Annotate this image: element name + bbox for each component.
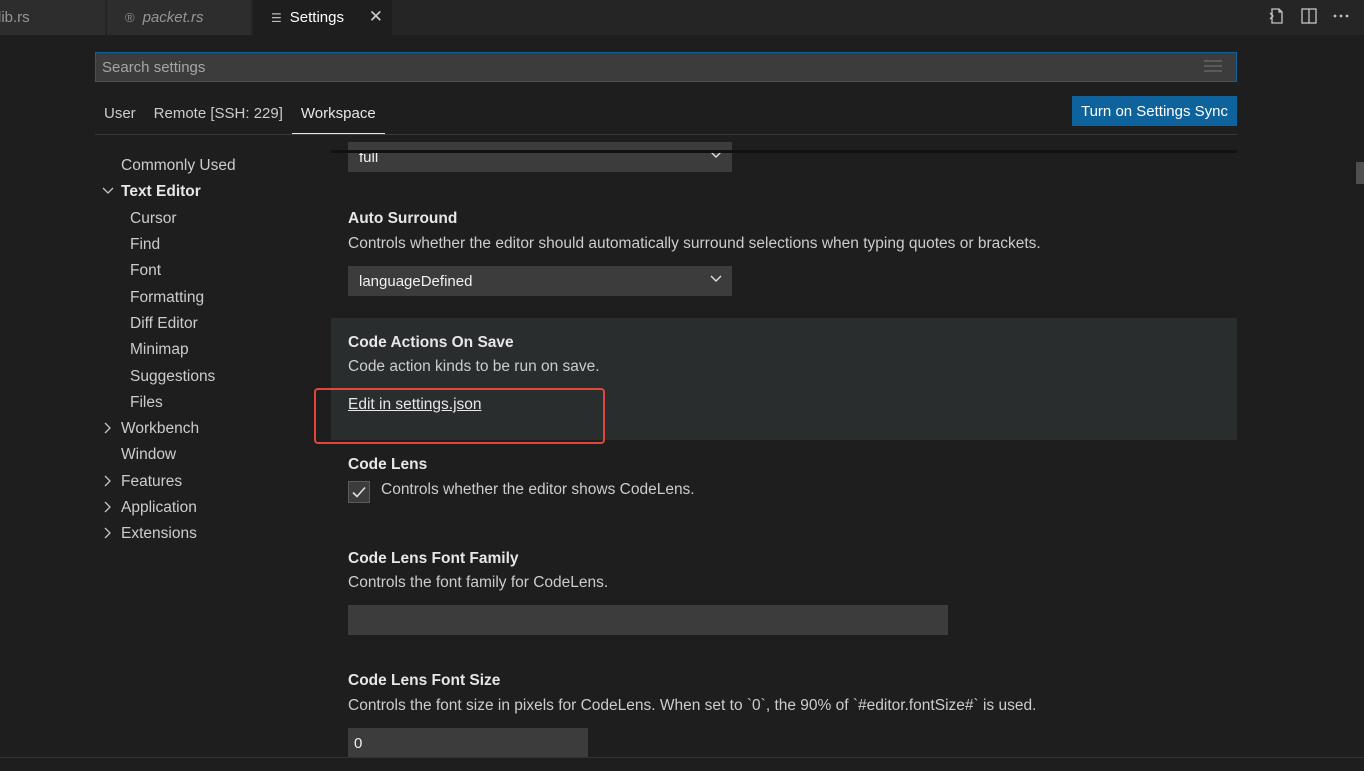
chevron-right-icon [102,527,114,542]
toc-item-application[interactable]: Application [95,495,325,521]
toc-label: Font [130,262,162,280]
toc-item-font[interactable]: Font [95,258,325,284]
toc-item-cursor[interactable]: Cursor [95,206,325,232]
split-editor-icon[interactable] [1298,5,1320,27]
chevron-down-icon [102,185,114,200]
code-lens-font-family-input[interactable] [348,605,948,635]
select-value: languageDefined [359,272,473,290]
sticky-header-shadow [331,150,1237,153]
toc-item-find[interactable]: Find [95,232,325,258]
turn-on-settings-sync-button[interactable]: Turn on Settings Sync [1072,96,1237,126]
divider [95,134,1237,135]
tab-packet-rs[interactable]: ® packet.rs [107,0,252,35]
toc-item-features[interactable]: Features [95,469,325,495]
toc-item-minimap[interactable]: Minimap [95,337,325,363]
more-actions-icon[interactable] [1330,5,1352,27]
toc-item-window[interactable]: Window [95,442,325,468]
toc-label: Find [130,236,161,254]
auto-surround-select[interactable]: languageDefined [348,266,732,296]
toc-label: Cursor [130,209,177,227]
toc-label: Diff Editor [130,314,198,332]
scrollbar-thumb[interactable] [1356,162,1364,184]
toc-item-extensions[interactable]: Extensions [95,521,325,547]
editor-actions [1266,5,1352,27]
chevron-right-icon [102,422,114,437]
previous-setting-select[interactable]: full [348,142,732,172]
toc-item-text-editor[interactable]: Text Editor [95,179,325,205]
toc-item-commonly-used[interactable]: Commonly Used [95,153,325,179]
toc-item-diff-editor[interactable]: Diff Editor [95,311,325,337]
panel-edge [0,757,1364,771]
close-icon[interactable]: ✕ [369,7,383,27]
tab-label: packet.rs [142,9,204,26]
open-settings-json-icon[interactable] [1266,5,1288,27]
settings-file-icon: ☰ [271,10,282,25]
setting-title-code-actions-on-save: Code Actions On Save [348,334,514,351]
code-lens-checkbox[interactable] [348,481,370,503]
tab-workspace[interactable]: Workspace [291,97,385,134]
search-input[interactable]: Search settings [95,52,1237,82]
tab-lib-rs[interactable]: lib.rs [0,0,106,35]
tab-label: Settings [289,9,344,26]
checkmark-icon [352,486,366,498]
toc-label: Minimap [130,341,189,359]
search-placeholder: Search settings [102,58,206,76]
editor-tab-bar: lib.rs ® packet.rs ☰ Settings ✕ [0,0,1364,35]
toc-item-files[interactable]: Files [95,390,325,416]
setting-desc-code-actions-on-save: Code action kinds to be run on save. [348,358,600,375]
chevron-right-icon [102,475,114,490]
setting-title-code-lens-font-size: Code Lens Font Size [348,672,501,689]
toc-label: Window [121,446,177,464]
tab-settings[interactable]: ☰ Settings ✕ [253,0,393,35]
setting-desc-code-lens: Controls whether the editor shows CodeLe… [381,481,695,498]
toc-label: Workbench [121,420,200,438]
toc-item-workbench[interactable]: Workbench [95,416,325,442]
setting-desc-code-lens-font-family: Controls the font family for CodeLens. [348,574,609,591]
settings-scope-tabs: User Remote [SSH: 229] Workspace [95,97,385,134]
tab-remote[interactable]: Remote [SSH: 229] [145,97,292,134]
chevron-down-icon [710,275,722,282]
settings-toc: Commonly Used Text Editor Cursor Find Fo… [95,153,325,547]
chevron-right-icon [102,501,114,516]
toc-label: Suggestions [130,367,216,385]
setting-desc-code-lens-font-size: Controls the font size in pixels for Cod… [348,697,1037,714]
tab-label: lib.rs [0,9,30,26]
toc-label: Application [121,499,197,516]
toc-label: Text Editor [121,183,201,201]
toc-label: Formatting [130,288,205,306]
tab-user[interactable]: User [95,97,145,134]
toc-label: Commonly Used [121,157,236,175]
setting-title-code-lens-font-family: Code Lens Font Family [348,550,519,567]
rust-file-icon: ® [125,10,135,25]
toc-label: Extensions [121,525,197,543]
code-lens-font-size-input[interactable]: 0 [348,728,588,758]
setting-desc-auto-surround: Controls whether the editor should autom… [348,235,1041,252]
toc-label: Files [130,393,163,411]
annotation-highlight-box [314,388,605,444]
setting-title-auto-surround: Auto Surround [348,210,458,227]
toc-item-formatting[interactable]: Formatting [95,284,325,310]
toc-label: Features [121,472,183,490]
clear-filter-icon[interactable] [1204,60,1222,74]
toc-item-suggestions[interactable]: Suggestions [95,363,325,389]
setting-title-code-lens: Code Lens [348,456,428,473]
